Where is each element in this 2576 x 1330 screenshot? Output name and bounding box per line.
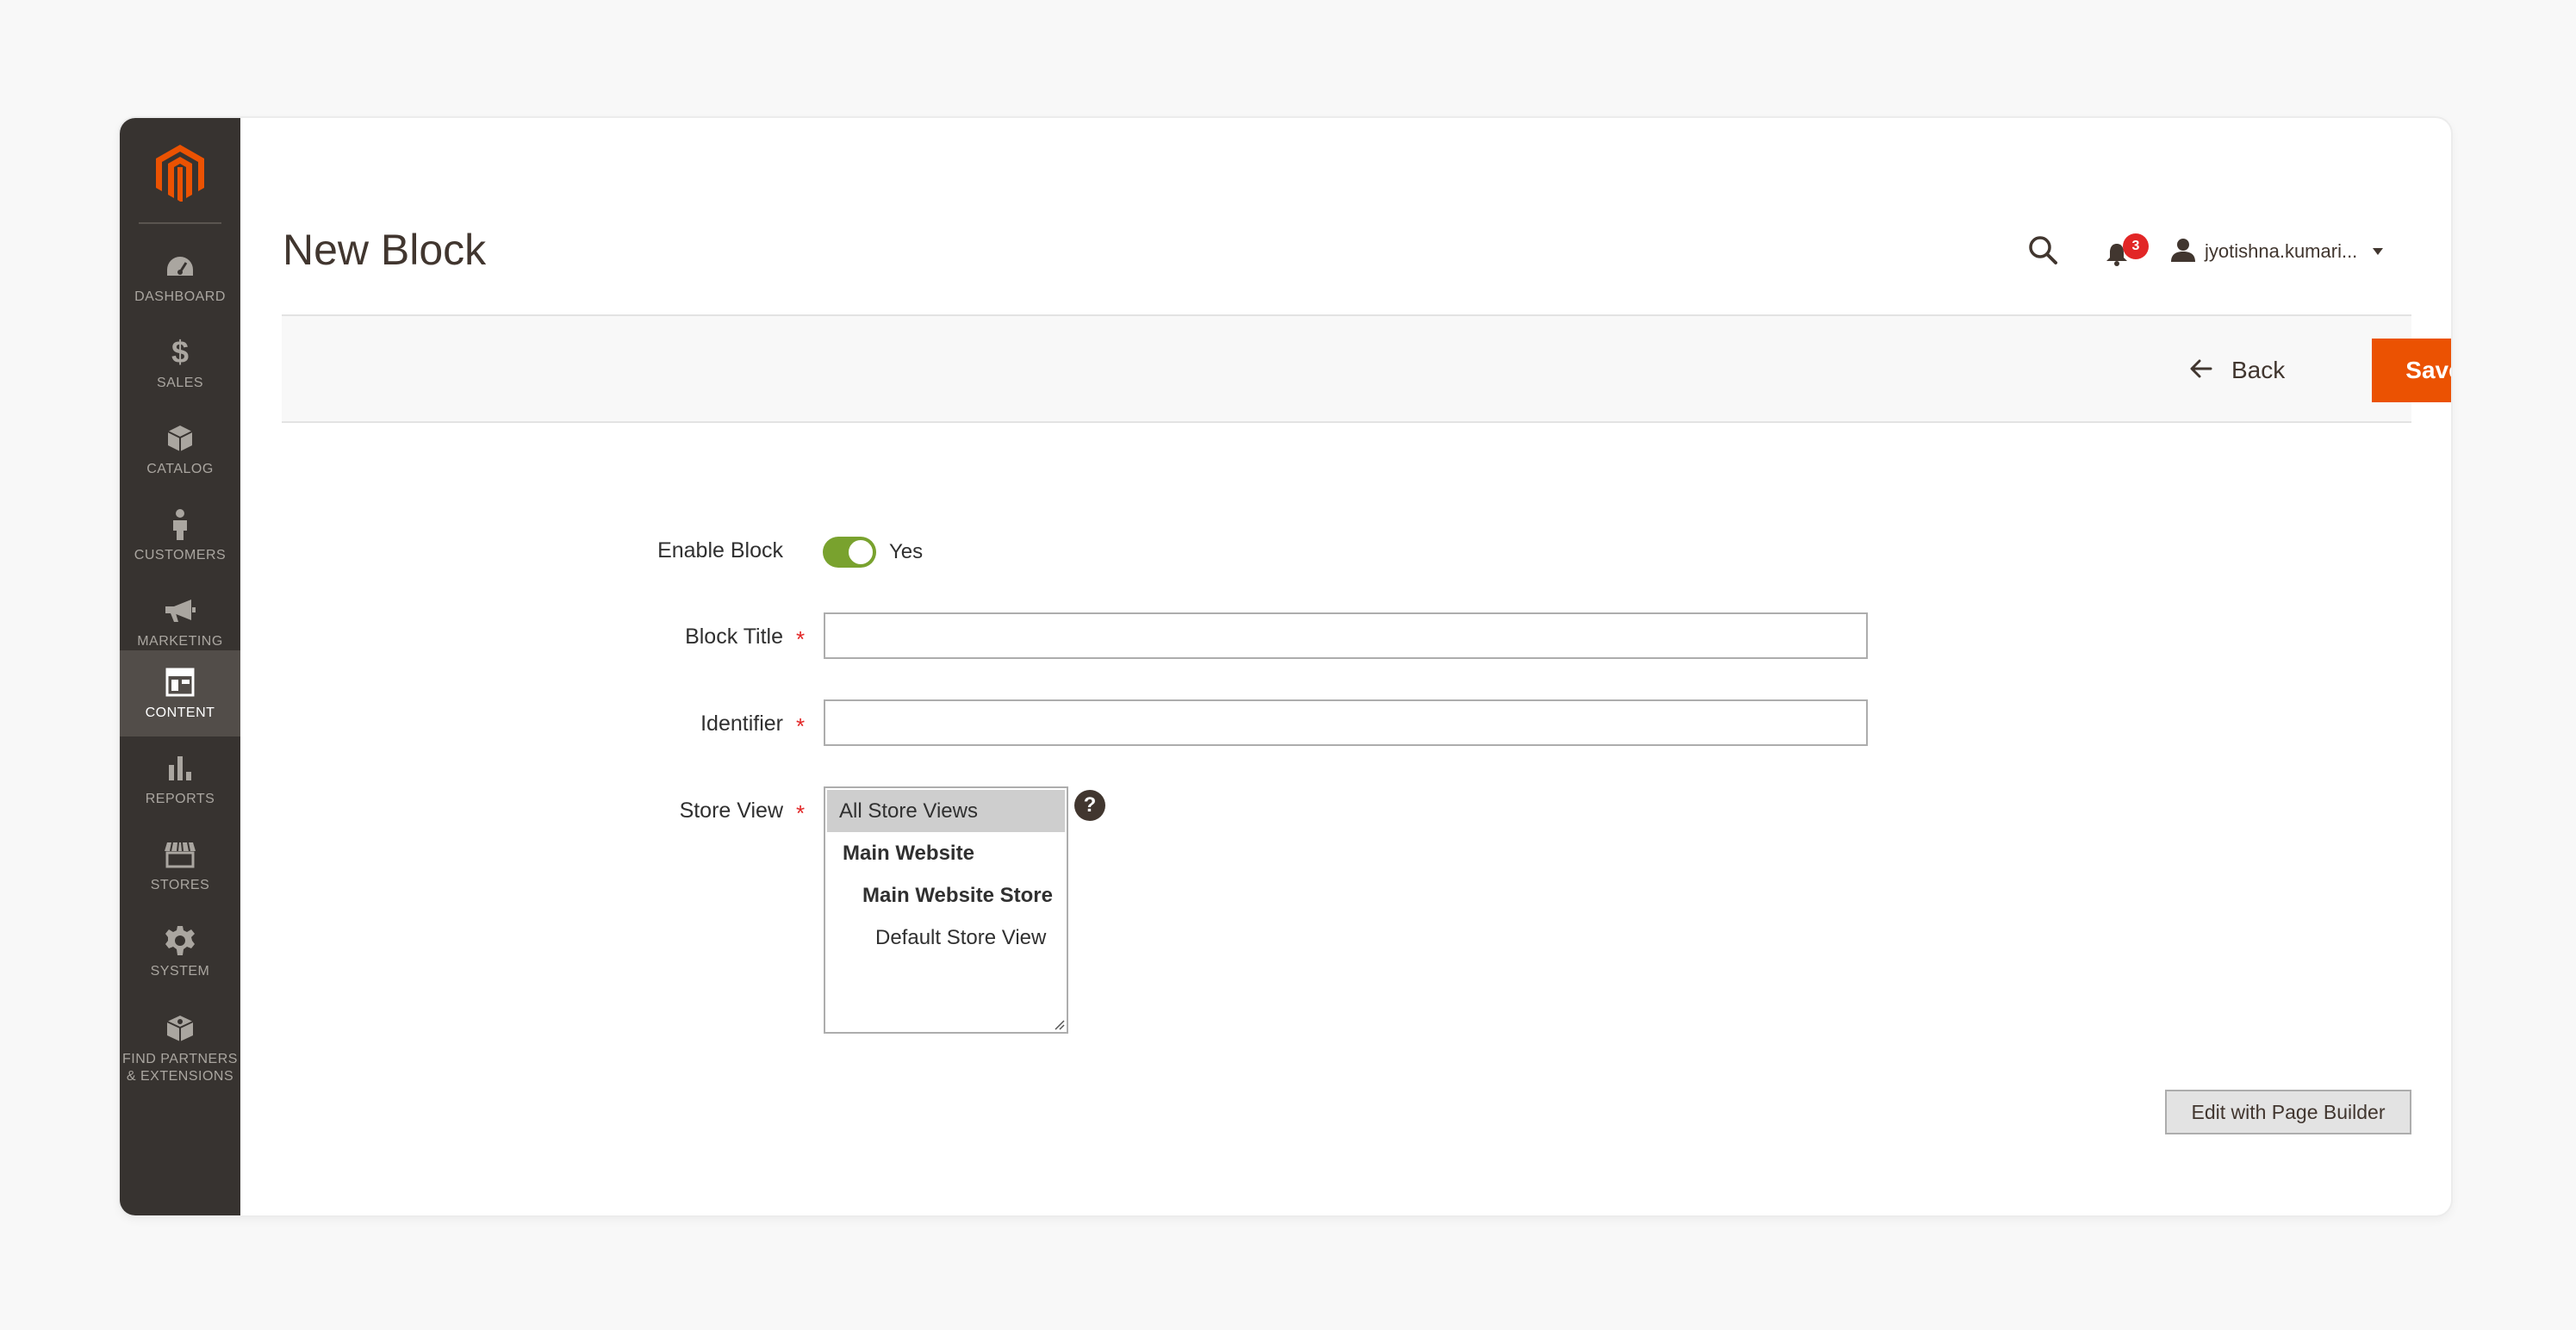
magento-logo-icon[interactable]: [120, 139, 240, 208]
required-mark: *: [796, 713, 806, 739]
store-option-default-store-view[interactable]: Default Store View: [825, 917, 1067, 959]
caret-down-icon: [2373, 248, 2384, 255]
back-button[interactable]: Back: [2190, 349, 2285, 392]
help-icon[interactable]: ?: [1074, 790, 1105, 821]
page-actions-bar: Back Save: [282, 314, 2451, 423]
account-user-name: jyotishna.kumari...: [2205, 240, 2358, 262]
sidebar-item-label: SALES: [156, 376, 204, 390]
block-title-label: Block Title: [685, 625, 783, 649]
megaphone-icon: [163, 594, 197, 628]
store-option-main-website-store[interactable]: Main Website Store: [825, 874, 1067, 917]
sidebar-item-label: REPORTS: [145, 792, 215, 806]
enable-block-toggle[interactable]: [823, 537, 876, 568]
bar-chart-icon: [163, 751, 197, 786]
storefront-icon: [163, 837, 197, 872]
notifications-badge: 3: [2123, 233, 2149, 259]
account-menu-button[interactable]: jyotishna.kumari...: [2170, 230, 2384, 273]
back-button-label: Back: [2231, 357, 2286, 383]
global-search-button[interactable]: [2021, 230, 2064, 273]
sidebar-item-sales[interactable]: $ SALES: [120, 320, 240, 407]
block-title-input[interactable]: [824, 612, 1868, 659]
sidebar-item-catalog[interactable]: CATALOG: [120, 407, 240, 493]
sidebar-item-label: FIND PARTNERS: [122, 1052, 238, 1066]
enable-block-label: Enable Block: [657, 538, 783, 562]
dollar-icon: $: [171, 334, 190, 370]
sidebar-item-label: CATALOG: [146, 462, 214, 476]
sidebar-item-label: MARKETING: [137, 634, 223, 649]
sidebar-item-reports[interactable]: REPORTS: [120, 736, 240, 823]
sidebar-item-find-partners[interactable]: FIND PARTNERS & EXTENSIONS: [120, 997, 240, 1100]
box-icon: [163, 421, 197, 456]
edit-with-page-builder-button[interactable]: Edit with Page Builder: [2165, 1090, 2411, 1134]
admin-window: DASHBOARD $ SALES CATALOG CUSTOMERS MARK…: [120, 118, 2451, 1215]
sidebar-item-label: SYSTEM: [150, 964, 210, 979]
store-view-multiselect[interactable]: All Store Views Main Website Main Websit…: [824, 786, 1068, 1034]
enable-block-value: Yes: [889, 540, 924, 563]
user-icon: [2170, 237, 2196, 267]
store-option-main-website[interactable]: Main Website: [825, 832, 1067, 874]
gear-icon: [163, 923, 197, 958]
toggle-knob: [847, 538, 874, 566]
sidebar-item-content[interactable]: CONTENT: [120, 650, 240, 736]
person-icon: [163, 507, 197, 542]
save-split-button: Save: [2372, 339, 2451, 402]
sidebar-item-customers[interactable]: CUSTOMERS: [120, 493, 240, 579]
admin-sidebar: DASHBOARD $ SALES CATALOG CUSTOMERS MARK…: [120, 118, 240, 1215]
store-view-label: Store View: [679, 799, 783, 823]
identifier-label: Identifier: [700, 712, 783, 736]
sidebar-item-label: & EXTENSIONS: [126, 1069, 234, 1084]
header-actions: 3 jyotishna.kumari...: [120, 230, 2451, 282]
logo-divider: [139, 222, 221, 224]
required-mark: *: [796, 800, 806, 826]
sidebar-item-label: DASHBOARD: [134, 289, 226, 304]
sidebar-item-system[interactable]: SYSTEM: [120, 909, 240, 995]
required-mark: *: [796, 626, 806, 652]
notifications-button[interactable]: 3: [2095, 230, 2149, 273]
sidebar-item-label: CUSTOMERS: [134, 548, 227, 562]
extensions-box-icon: [163, 1011, 197, 1046]
sidebar-item-stores[interactable]: STORES: [120, 823, 240, 909]
arrow-left-icon: [2190, 359, 2212, 382]
save-button[interactable]: Save: [2372, 339, 2451, 402]
sidebar-item-label: CONTENT: [145, 705, 215, 720]
resize-grip-icon[interactable]: [1053, 1018, 1065, 1030]
identifier-input[interactable]: [824, 699, 1868, 746]
sidebar-item-label: STORES: [150, 878, 210, 892]
store-option-all-store-views[interactable]: All Store Views: [827, 790, 1065, 832]
layout-icon: [163, 665, 197, 699]
search-icon: [2027, 234, 2058, 270]
